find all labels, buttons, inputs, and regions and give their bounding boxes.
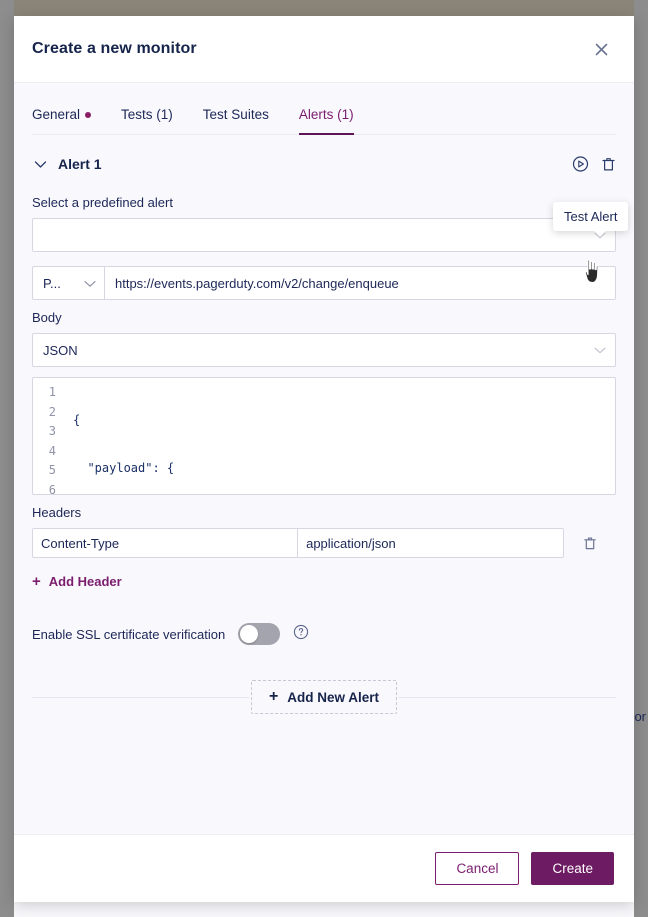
line-number: 2 — [48, 404, 56, 419]
tab-general[interactable]: General — [32, 107, 92, 134]
header-key-value: Content-Type — [41, 535, 120, 551]
tooltip-text: Test Alert — [564, 209, 618, 224]
predefined-alert-label: Select a predefined alert — [32, 195, 173, 210]
line-number: 4 — [48, 443, 56, 458]
play-circle-icon[interactable] — [572, 156, 589, 173]
plus-icon: + — [268, 688, 279, 705]
add-new-alert-button[interactable]: + Add New Alert — [250, 680, 398, 714]
close-icon[interactable] — [588, 36, 614, 62]
header-key-input[interactable]: Content-Type — [32, 528, 299, 558]
tab-test-suites[interactable]: Test Suites — [203, 107, 269, 134]
tab-tests[interactable]: Tests (1) — [121, 107, 173, 134]
add-header-button[interactable]: + Add Header — [32, 574, 122, 589]
background-partial-text: or — [634, 709, 646, 724]
plus-icon: + — [32, 573, 41, 590]
tooltip-test-alert: Test Alert — [553, 202, 629, 237]
add-new-alert-row: + Add New Alert — [32, 680, 617, 714]
question-circle-icon[interactable] — [293, 624, 309, 645]
ssl-verification-toggle[interactable] — [238, 623, 281, 645]
line-number: 6 — [48, 482, 56, 495]
modal-footer: Cancel Create — [14, 834, 634, 902]
chevron-down-icon — [594, 343, 606, 358]
toggle-knob — [240, 625, 259, 643]
alert-section-header: Alert 1 — [32, 143, 616, 185]
tab-tests-label: Tests (1) — [121, 107, 173, 122]
body-format-value: JSON — [43, 342, 78, 358]
trash-icon[interactable] — [564, 536, 616, 551]
overlay-strip-left — [0, 0, 14, 917]
header-row: Content-Type application/json — [32, 528, 616, 558]
trash-icon[interactable] — [601, 156, 616, 172]
alert-title: Alert 1 — [58, 156, 102, 172]
body-format-select[interactable]: JSON — [32, 333, 616, 367]
predefined-alert-select[interactable] — [32, 218, 616, 252]
chevron-down-icon — [84, 276, 96, 291]
cancel-button[interactable]: Cancel — [435, 852, 520, 885]
tab-test-suites-label: Test Suites — [202, 107, 269, 122]
tab-general-label: General — [32, 107, 81, 122]
request-url-row: P... https://events.pagerduty.com/v2/cha… — [32, 266, 616, 300]
divider-right — [399, 696, 617, 698]
modal-body: General Tests (1) Test Suites Alerts (1)… — [14, 83, 634, 834]
ssl-verification-row: Enable SSL certificate verification — [32, 623, 616, 645]
modal-header: Create a new monitor — [14, 16, 634, 83]
body-code-editor[interactable]: 1 2 3 4 5 6 { "payload": { "summary": "T… — [32, 377, 616, 495]
background-topbar — [0, 0, 648, 16]
code-line: { — [73, 413, 81, 427]
chevron-down-icon[interactable] — [32, 156, 48, 172]
headers-label: Headers — [32, 505, 82, 520]
http-method-select[interactable]: P... — [32, 266, 104, 300]
webhook-url-value: https://events.pagerduty.com/v2/change/e… — [115, 275, 399, 291]
header-value-input[interactable]: application/json — [298, 528, 565, 558]
http-method-value: P... — [43, 275, 61, 291]
create-monitor-modal: Create a new monitor General Tests (1) T… — [14, 16, 634, 902]
page-title: Create a new monitor — [32, 40, 197, 57]
header-value-value: application/json — [306, 535, 396, 551]
editor-line-numbers: 1 2 3 4 5 6 — [33, 378, 63, 494]
add-header-label: Add Header — [48, 574, 122, 589]
divider-left — [32, 696, 249, 698]
alert-actions — [572, 156, 616, 173]
code-line: "payload": { — [73, 460, 175, 475]
tab-alerts[interactable]: Alerts (1) — [298, 107, 354, 135]
editor-code-content: { "payload": { "summary": "Tracetest fai… — [63, 378, 615, 494]
webhook-url-input[interactable]: https://events.pagerduty.com/v2/change/e… — [104, 266, 616, 300]
tab-bar: General Tests (1) Test Suites Alerts (1) — [32, 83, 616, 135]
tab-alerts-label: Alerts (1) — [298, 107, 354, 122]
overlay-strip-right — [634, 0, 648, 917]
line-number: 3 — [48, 424, 56, 438]
create-button[interactable]: Create — [531, 852, 614, 885]
add-new-alert-label: Add New Alert — [287, 689, 380, 705]
unsaved-changes-dot-icon — [85, 111, 92, 118]
body-label: Body — [32, 310, 62, 325]
line-number: 1 — [48, 385, 56, 399]
ssl-verification-label: Enable SSL certificate verification — [32, 626, 226, 642]
line-number: 5 — [48, 463, 56, 477]
